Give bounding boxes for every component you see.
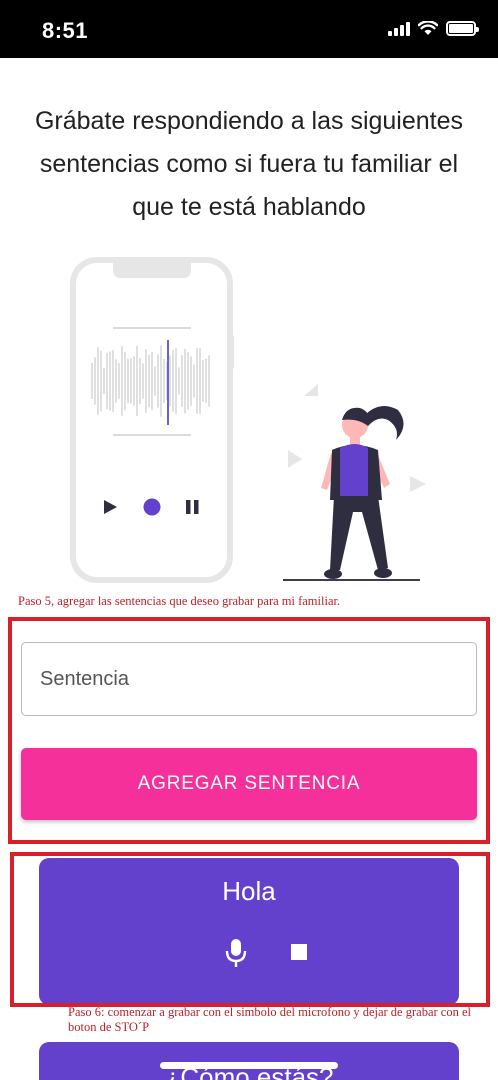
- status-bar: 8:51: [0, 0, 498, 58]
- woman-illustration: [283, 406, 420, 581]
- step-6-annotation: Paso 6: comenzar a grabar con el simbolo…: [68, 1005, 471, 1034]
- battery-icon: [446, 20, 479, 36]
- sentence-card: ¿Cómo estás?: [39, 1042, 459, 1080]
- status-time: 8:51: [42, 18, 89, 43]
- wifi-icon: [418, 20, 438, 35]
- sentence-input[interactable]: [21, 642, 477, 716]
- recording-illustration: [70, 257, 426, 583]
- status-icons: [388, 20, 479, 36]
- annotation-box-step-6: [10, 852, 490, 1007]
- scroll-indicator: [160, 1062, 338, 1069]
- phone-illustration: [70, 257, 234, 583]
- add-sentence-button[interactable]: AGREGAR SENTENCIA: [21, 748, 477, 820]
- step-5-annotation: Paso 5, agregar las sentencias que deseo…: [18, 594, 341, 608]
- cellular-signal-icon: [388, 20, 410, 36]
- page-title: Grábate respondiendo a las siguientes se…: [34, 107, 464, 221]
